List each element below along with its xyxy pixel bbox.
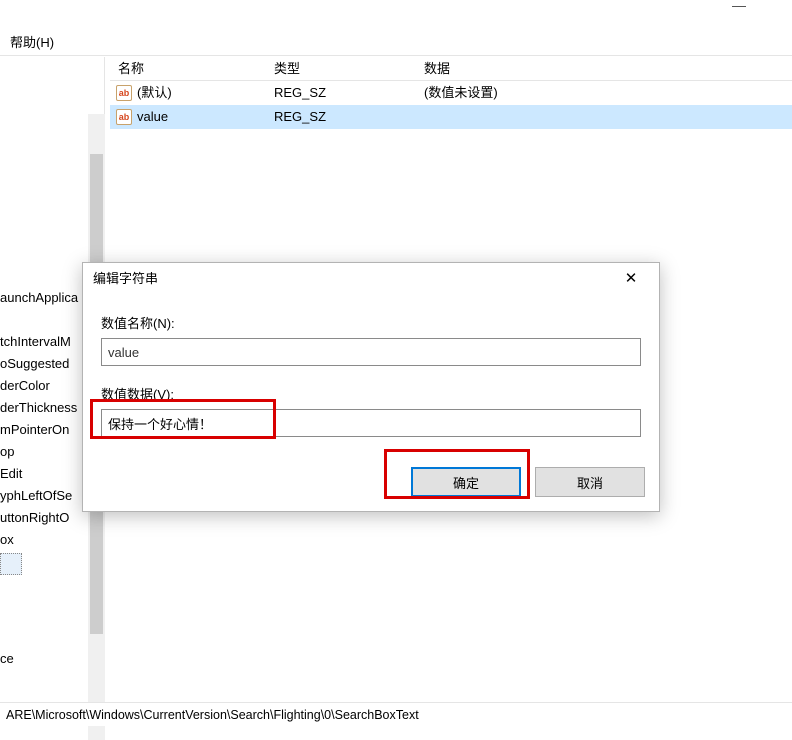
ok-button[interactable]: 确定 (411, 467, 521, 497)
list-row[interactable]: ab (默认) REG_SZ (数值未设置) (110, 81, 792, 105)
tree-item[interactable]: ce (0, 648, 88, 670)
cancel-button[interactable]: 取消 (535, 467, 645, 497)
statusbar-path: ARE\Microsoft\Windows\CurrentVersion\Sea… (6, 708, 419, 722)
list-header: 名称 类型 数据 (110, 57, 792, 81)
tree-labels: aunchApplica tchIntervalM oSuggested der… (0, 287, 88, 670)
minimize-button[interactable] (732, 6, 746, 8)
tree-item[interactable]: aunchApplica (0, 287, 88, 309)
tree-item[interactable]: yphLeftOfSe (0, 485, 88, 507)
string-value-icon: ab (116, 85, 132, 101)
tree-item[interactable]: ox (0, 529, 88, 551)
tree-item[interactable] (0, 626, 88, 648)
value-name-label: 数值名称(N): (101, 313, 641, 332)
col-header-name[interactable]: 名称 (110, 57, 266, 80)
tree-item[interactable]: uttonRightO (0, 507, 88, 529)
edit-string-dialog: 编辑字符串 ✕ 数值名称(N): 数值数据(V): 确定 取消 (82, 262, 660, 512)
tree-item[interactable] (0, 604, 88, 626)
tree-item[interactable]: derThickness (0, 397, 88, 419)
close-button[interactable]: ✕ (611, 265, 651, 293)
value-data-label: 数值数据(V): (101, 384, 641, 403)
row-name: value (137, 105, 168, 129)
col-header-data[interactable]: 数据 (416, 57, 792, 80)
dialog-title-text: 编辑字符串 (93, 271, 158, 286)
tree-item[interactable]: Edit (0, 463, 88, 485)
tree-item[interactable]: oSuggested (0, 353, 88, 375)
row-data: (数值未设置) (416, 81, 792, 105)
row-data (416, 105, 792, 129)
tree-item[interactable]: tchIntervalM (0, 331, 88, 353)
row-type: REG_SZ (266, 105, 416, 129)
close-icon: ✕ (625, 270, 638, 287)
tree-item[interactable]: op (0, 441, 88, 463)
tree-item[interactable]: derColor (0, 375, 88, 397)
statusbar: ARE\Microsoft\Windows\CurrentVersion\Sea… (0, 702, 792, 726)
tree-item-selected[interactable] (0, 553, 22, 575)
col-header-type[interactable]: 类型 (266, 57, 416, 80)
tree-item[interactable] (0, 582, 88, 604)
menubar: 帮助(H) (0, 30, 792, 56)
row-type: REG_SZ (266, 81, 416, 105)
dialog-titlebar[interactable]: 编辑字符串 ✕ (83, 263, 659, 295)
value-data-input[interactable] (101, 409, 641, 437)
list-row-selected[interactable]: ab value REG_SZ (110, 105, 792, 129)
tree-item[interactable] (0, 309, 88, 331)
string-value-icon: ab (116, 109, 132, 125)
value-name-input[interactable] (101, 338, 641, 366)
list-rows: ab (默认) REG_SZ (数值未设置) ab value REG_SZ (110, 81, 792, 129)
row-name: (默认) (137, 81, 172, 105)
tree-item[interactable]: mPointerOn (0, 419, 88, 441)
menu-help[interactable]: 帮助(H) (6, 35, 58, 50)
